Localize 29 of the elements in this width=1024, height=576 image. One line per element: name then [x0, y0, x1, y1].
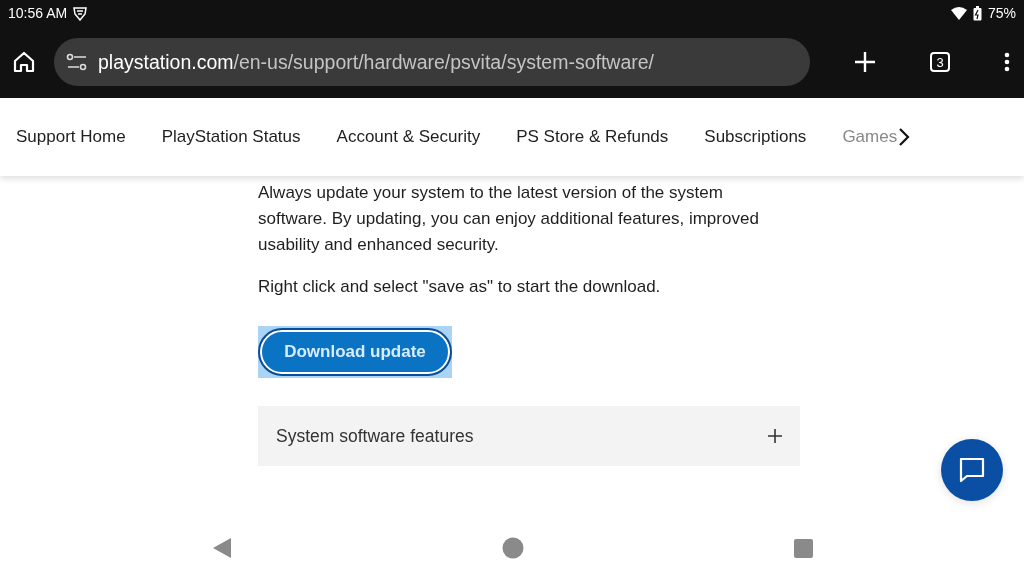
body-text: Right click and select "save as" to start the download. [258, 276, 662, 298]
battery-icon [972, 5, 982, 21]
menu-icon[interactable] [1004, 52, 1010, 72]
plus-icon [768, 429, 782, 443]
body-text: Always update your system to the latest version of the system software. By updating, you can enjoy additional features, improved usability and enhanced security. [258, 182, 760, 256]
tab-count-button[interactable]: 3 [930, 52, 950, 72]
recents-icon[interactable] [793, 538, 813, 558]
back-icon[interactable] [211, 537, 232, 559]
accordion-header[interactable]: System software features [258, 406, 800, 466]
site-settings-icon[interactable] [66, 53, 88, 71]
nav-link[interactable]: Games [842, 127, 899, 147]
nav-link[interactable]: Account & Security [336, 127, 481, 147]
shield-icon [73, 5, 88, 21]
new-tab-icon[interactable] [854, 51, 876, 73]
nav-link[interactable]: PlayStation Status [161, 127, 301, 147]
accordion-title: System software features [276, 425, 474, 447]
clock-time: 10:56 AM [8, 5, 68, 21]
home-icon[interactable] [12, 50, 36, 74]
nav-link[interactable]: Subscriptions [704, 127, 807, 147]
download-button[interactable]: Download update [260, 330, 450, 374]
battery-level: 75% [987, 5, 1016, 21]
wifi-icon [950, 6, 967, 20]
url-text: playstation.com/en-us/support/hardware/psvita/system-software/ [98, 50, 654, 74]
address-bar[interactable]: playstation.com/en-us/support/hardware/psvita/system-software/ [54, 38, 810, 86]
chevron-right-icon[interactable] [898, 127, 911, 147]
chat-button[interactable] [941, 439, 1003, 501]
chat-bubble-icon [959, 457, 985, 483]
nav-link[interactable]: PS Store & Refunds [516, 127, 669, 147]
nav-link[interactable]: Support Home [16, 127, 126, 147]
